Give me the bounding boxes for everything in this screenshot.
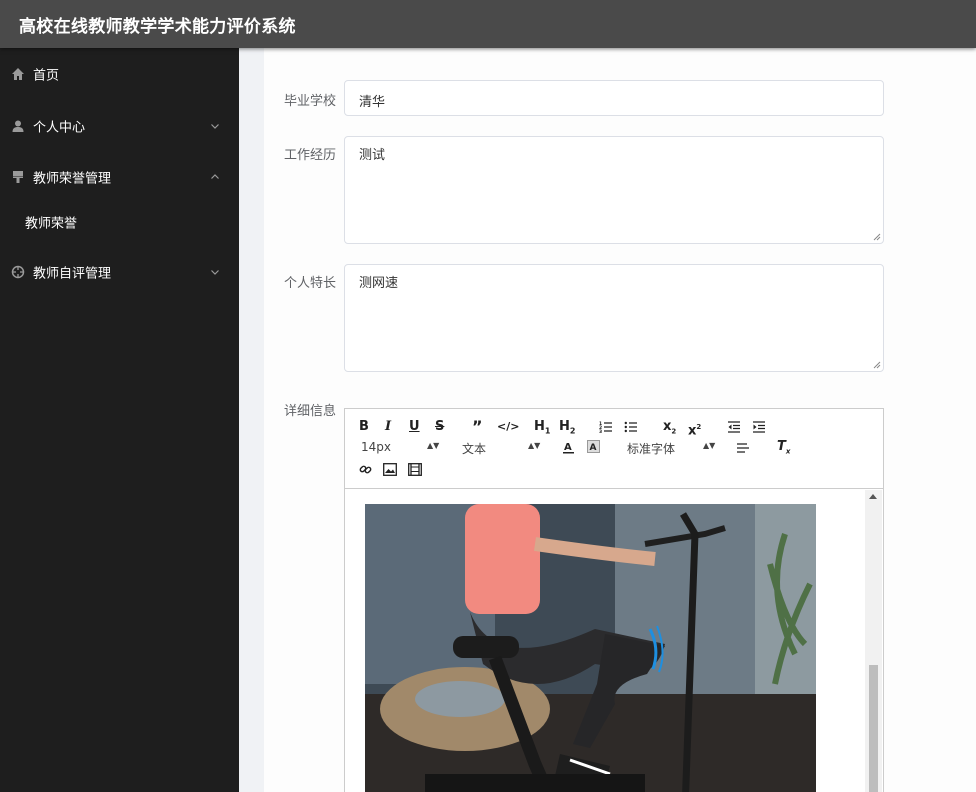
detail-label: 详细信息 [284, 404, 337, 419]
school-value: 清华 [359, 95, 386, 110]
superscript-icon[interactable]: x2 [688, 420, 701, 438]
sidebar-item-personal-center[interactable]: 个人中心 [0, 102, 239, 150]
top-bar: 高校在线教师教学学术能力评价系统 [0, 0, 976, 48]
bold-icon[interactable]: B [359, 420, 369, 434]
clear-format-icon[interactable]: Tx [777, 440, 790, 459]
chevron-down-icon [211, 124, 219, 129]
sidebar-item-label: 个人中心 [33, 120, 86, 136]
svg-text:3: 3 [599, 429, 602, 434]
select-arrow-icon: ▲▼ [703, 441, 716, 450]
font-size-value: 14px [361, 440, 391, 454]
quote-icon[interactable]: ” [472, 419, 483, 435]
specialty-value: 测网速 [359, 276, 399, 291]
specialty-textarea[interactable]: 测网速 [344, 264, 884, 372]
user-icon [12, 120, 24, 132]
image-icon[interactable] [383, 463, 397, 476]
strike-icon[interactable]: S [435, 420, 444, 434]
rich-text-editor: B I U S ” </> H1 H2 123 x2 x2 14px ▲▼ 文本… [344, 408, 884, 792]
form-card: 毕业学校 清华 工作经历 测试 个人特长 测网速 详细信息 B I U S ” [264, 48, 976, 792]
subscript-icon[interactable]: x2 [663, 420, 676, 439]
exercise-bike-photo [365, 504, 816, 792]
sidebar-item-self-evaluation[interactable]: 教师自评管理 [0, 248, 239, 296]
sidebar: 首页 个人中心 教师荣誉管理 教师荣誉 教师自评管理 [0, 48, 239, 792]
video-icon[interactable] [408, 463, 422, 476]
sidebar-item-honor-management[interactable]: 教师荣誉管理 [0, 153, 239, 201]
brush-icon [13, 171, 23, 183]
sidebar-item-label: 首页 [33, 68, 60, 84]
chevron-up-icon [211, 174, 219, 179]
svg-text:A: A [564, 442, 572, 453]
school-input[interactable]: 清华 [344, 80, 884, 116]
work-experience-textarea[interactable]: 测试 [344, 136, 884, 244]
outdent-icon[interactable] [727, 420, 741, 434]
app-title: 高校在线教师教学学术能力评价系统 [19, 17, 296, 37]
sidebar-subitem-teacher-honor[interactable]: 教师荣誉 [0, 202, 239, 242]
font-family-select[interactable]: 标准字体 ▲▼ [627, 440, 717, 457]
bullet-list-icon[interactable] [624, 420, 638, 434]
underline-icon[interactable]: U [409, 420, 420, 434]
align-icon[interactable] [736, 441, 750, 455]
select-arrow-icon: ▲▼ [427, 441, 440, 450]
editor-content-area[interactable] [345, 490, 883, 792]
resize-handle-icon[interactable] [873, 361, 881, 369]
h2-icon[interactable]: H2 [559, 420, 575, 439]
sidebar-subitem-label: 教师荣誉 [25, 216, 78, 232]
specialty-label: 个人特长 [284, 276, 337, 291]
paragraph-select[interactable]: 文本 ▲▼ [462, 440, 541, 457]
work-experience-value: 测试 [359, 148, 386, 163]
code-icon[interactable]: </> [497, 420, 519, 434]
sidebar-item-label: 教师荣誉管理 [33, 171, 112, 187]
font-size-select[interactable]: 14px ▲▼ [361, 440, 439, 454]
indent-icon[interactable] [752, 420, 766, 434]
work-experience-label: 工作经历 [284, 148, 337, 163]
main-content: 毕业学校 清华 工作经历 测试 个人特长 测网速 详细信息 B I U S ” [239, 48, 976, 792]
italic-icon[interactable]: I [385, 420, 391, 434]
sidebar-item-label: 教师自评管理 [33, 266, 112, 282]
scroll-up-arrow-icon[interactable] [869, 494, 877, 499]
scrollbar-thumb[interactable] [869, 665, 878, 792]
sidebar-item-home[interactable]: 首页 [0, 50, 239, 98]
home-icon [12, 68, 24, 80]
editor-scrollbar[interactable] [865, 490, 882, 792]
background-color-icon[interactable]: A [587, 440, 600, 454]
svg-text:A: A [590, 443, 597, 453]
chevron-down-icon [211, 270, 219, 275]
resize-handle-icon[interactable] [873, 233, 881, 241]
editor-toolbar: B I U S ” </> H1 H2 123 x2 x2 14px ▲▼ 文本… [345, 409, 883, 489]
school-label: 毕业学校 [284, 94, 337, 109]
h1-icon[interactable]: H1 [534, 420, 550, 439]
ordered-list-icon[interactable]: 123 [599, 420, 613, 434]
compass-icon [11, 265, 25, 279]
paragraph-value: 文本 [462, 442, 487, 456]
select-arrow-icon: ▲▼ [528, 441, 541, 450]
link-icon[interactable] [359, 463, 372, 476]
font-family-value: 标准字体 [627, 442, 676, 456]
font-color-icon[interactable]: A [562, 440, 575, 454]
